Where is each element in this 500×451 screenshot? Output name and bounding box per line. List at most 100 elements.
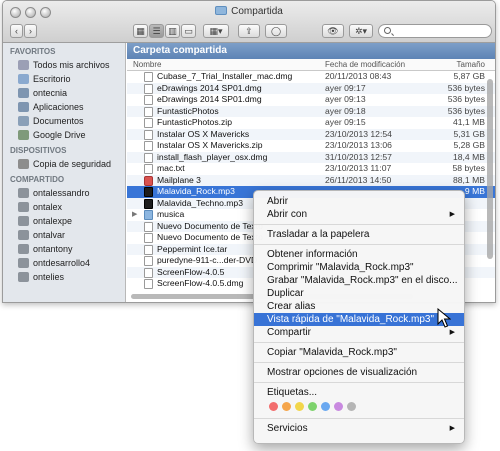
- sidebar-item[interactable]: ontdesarrollo4: [3, 256, 125, 270]
- file-name: Mailplane 3: [157, 174, 201, 185]
- file-row[interactable]: Cubase_7_Trial_Installer_mac.dmg 20/11/20…: [127, 71, 495, 83]
- tag-color-dot[interactable]: [295, 402, 304, 411]
- menu-item[interactable]: Comprimir "Malavida_Rock.mp3": [254, 261, 464, 274]
- file-row[interactable]: eDrawings 2014 SP01.dmg ayer 09:17 536 byt…: [127, 82, 495, 94]
- sidebar-item-label: ontelies: [33, 272, 65, 282]
- back-button[interactable]: ‹: [10, 24, 23, 38]
- file-date: 23/10/2013 12:54: [325, 128, 392, 139]
- file-row[interactable]: mac.txt 23/10/2013 11:07 58 bytes: [127, 163, 495, 175]
- tags-button[interactable]: ◯: [265, 24, 287, 38]
- file-date: 26/11/2013 14:50: [325, 174, 392, 185]
- icon-view-button[interactable]: ▦: [133, 24, 148, 38]
- menu-item[interactable]: Duplicar: [254, 287, 464, 300]
- sidebar-item[interactable]: ontalvar: [3, 228, 125, 242]
- menu-item[interactable]: Servicios ▶: [254, 422, 464, 435]
- sidebar-item-label: Copia de seguridad: [33, 159, 112, 169]
- search-input[interactable]: [378, 24, 492, 38]
- tag-color-dot[interactable]: [347, 402, 356, 411]
- file-size: 58 bytes: [452, 163, 486, 173]
- file-size: 536 bytes: [447, 105, 485, 116]
- menu-item[interactable]: Grabar "Malavida_Rock.mp3" en el disco..…: [254, 274, 464, 287]
- sidebar-item[interactable]: ontalessandro: [3, 186, 125, 200]
- mp3-icon: [144, 187, 153, 197]
- sidebar-item[interactable]: Copia de seguridad: [3, 157, 125, 171]
- sidebar-item[interactable]: ontalex: [3, 200, 125, 214]
- menu-separator: [254, 362, 464, 363]
- list-view-button[interactable]: ☰: [149, 24, 164, 38]
- tag-color-dot[interactable]: [308, 402, 317, 411]
- sidebar-item[interactable]: ontelies: [3, 270, 125, 284]
- file-date: ayer 09:15: [325, 117, 366, 127]
- arrange-button[interactable]: ▦▾: [203, 24, 229, 38]
- pointer-cursor-icon: [437, 308, 451, 328]
- sidebar-item[interactable]: Todos mis archivos: [3, 58, 125, 72]
- tag-color-dot[interactable]: [282, 402, 291, 411]
- title-bar: Compartida ‹ › ▦ ☰ ▥ ▭ ▦▾ ⇪ ◯ 👁 ✲▾: [3, 1, 495, 43]
- column-view-button[interactable]: ▥: [165, 24, 180, 38]
- file-date: ayer 09:13: [325, 94, 366, 104]
- menu-item[interactable]: Mostrar opciones de visualización: [254, 366, 464, 379]
- column-header-name[interactable]: Nombre: [133, 60, 161, 69]
- file-row[interactable]: eDrawings 2014 SP01.dmg ayer 09:13 536 byt…: [127, 94, 495, 106]
- all-files-icon: [18, 60, 29, 70]
- menu-separator: [254, 382, 464, 383]
- menu-item[interactable]: Abrir con ▶: [254, 208, 464, 221]
- file-size: 18,4 MB: [452, 151, 485, 162]
- sidebar-item[interactable]: Escritorio: [3, 72, 125, 86]
- file-row[interactable]: FuntasticPhotos ayer 09:18 536 bytes: [127, 105, 495, 117]
- menu-item[interactable]: Abrir: [254, 195, 464, 208]
- sidebar-item[interactable]: ontantony: [3, 242, 125, 256]
- menu-item[interactable]: Compartir ▶: [254, 326, 464, 339]
- menu-item-label: Comprimir "Malavida_Rock.mp3": [267, 262, 414, 273]
- menu-item[interactable]: Vista rápida de "Malavida_Rock.mp3": [254, 313, 464, 326]
- sidebar-item-label: Aplicaciones: [33, 102, 84, 112]
- menu-item[interactable]: Etiquetas...: [254, 386, 464, 399]
- file-date: ayer 09:17: [325, 82, 366, 93]
- share-button[interactable]: ⇪: [238, 24, 260, 38]
- sidebar-item[interactable]: Aplicaciones: [3, 100, 125, 114]
- forward-button[interactable]: ›: [24, 24, 37, 38]
- file-icon: [144, 72, 153, 82]
- tag-color-dot[interactable]: [321, 402, 330, 411]
- action-button[interactable]: ✲▾: [349, 24, 373, 38]
- vertical-scrollbar[interactable]: [487, 79, 493, 259]
- sidebar-item[interactable]: Google Drive: [3, 128, 125, 142]
- file-icon: [144, 129, 153, 140]
- quick-look-button[interactable]: 👁: [322, 24, 344, 38]
- column-header-size[interactable]: Tamaño: [457, 60, 485, 69]
- applications-icon: [18, 102, 29, 112]
- file-row[interactable]: FuntasticPhotos.zip ayer 09:15 41,1 MB: [127, 117, 495, 129]
- file-row[interactable]: Instalar OS X Mavericks.zip 23/10/2013 13…: [127, 140, 495, 152]
- coverflow-view-button[interactable]: ▭: [181, 24, 196, 38]
- gear-icon: ✲▾: [354, 26, 368, 36]
- column-header-date[interactable]: Fecha de modificación: [325, 60, 405, 69]
- sidebar-item[interactable]: ontecnia: [3, 86, 125, 100]
- disclosure-triangle-icon[interactable]: ▶: [132, 209, 137, 221]
- file-row[interactable]: Mailplane 3 26/11/2013 14:50 88,1 MB: [127, 174, 495, 186]
- menu-separator: [254, 418, 464, 419]
- sidebar-item[interactable]: ontalexpe: [3, 214, 125, 228]
- file-name: Nuevo Documento de Texto: [157, 232, 263, 242]
- file-icon: [144, 256, 153, 266]
- sidebar-item[interactable]: Documentos: [3, 114, 125, 128]
- menu-item[interactable]: Trasladar a la papelera: [254, 228, 464, 241]
- computer-icon: [18, 202, 29, 212]
- file-size: 5,87 GB: [453, 71, 485, 81]
- home-icon: [18, 88, 29, 98]
- file-name: Peppermint Ice.tar: [157, 243, 228, 254]
- menu-item[interactable]: Copiar "Malavida_Rock.mp3": [254, 346, 464, 359]
- file-name: musica: [157, 209, 185, 219]
- menu-item[interactable]: Crear alias: [254, 300, 464, 313]
- tag-color-dot[interactable]: [334, 402, 343, 411]
- tag-color-dot[interactable]: [269, 402, 278, 411]
- file-row[interactable]: install_flash_player_osx.dmg 31/10/2013 1…: [127, 151, 495, 163]
- sidebar-section-heading: COMPARTIDO: [10, 175, 65, 184]
- menu-item-label: Mostrar opciones de visualización: [267, 367, 418, 378]
- computer-icon: [18, 258, 29, 268]
- menu-item[interactable]: Obtener información: [254, 248, 464, 261]
- folder-icon: [144, 210, 153, 220]
- file-name: eDrawings 2014 SP01.dmg: [157, 94, 262, 104]
- file-name: Instalar OS X Mavericks: [157, 128, 250, 139]
- file-row[interactable]: Instalar OS X Mavericks 23/10/2013 12:54 5…: [127, 128, 495, 140]
- menu-item-label: Crear alias: [267, 301, 316, 312]
